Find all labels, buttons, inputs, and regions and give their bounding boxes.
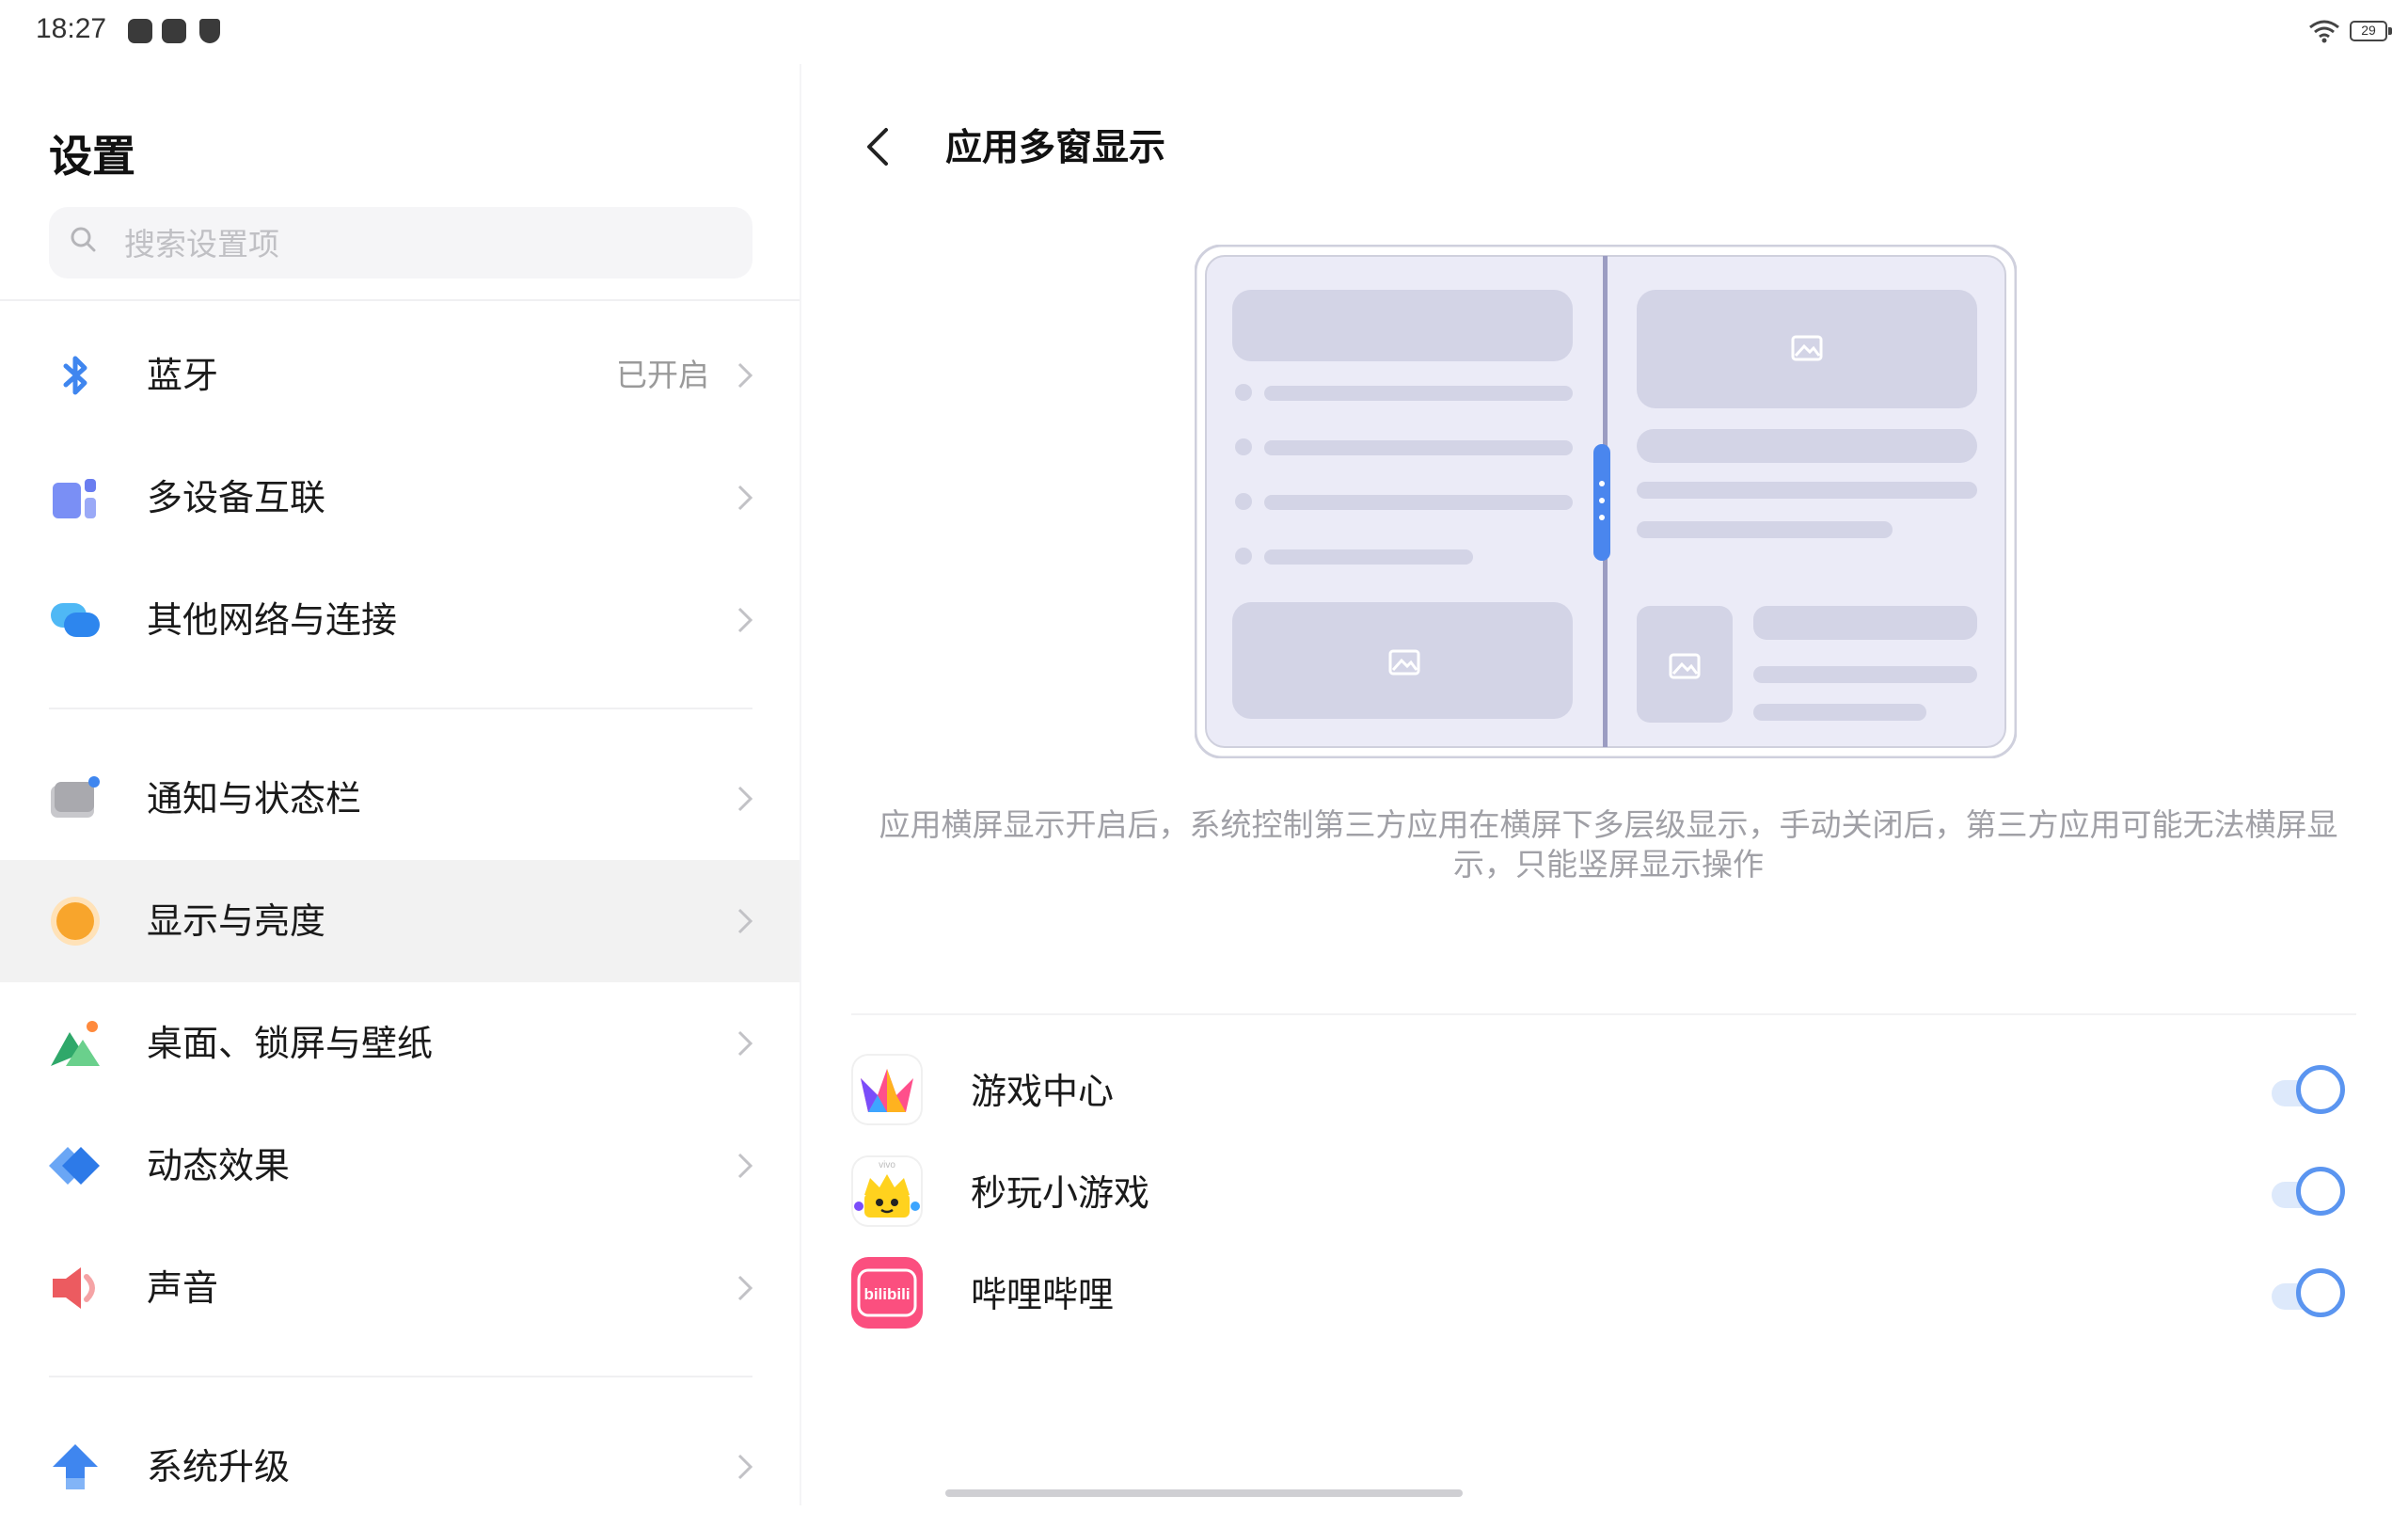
animation-icon <box>49 1147 100 1185</box>
chevron-right-icon <box>737 607 753 633</box>
toggle-knob <box>2296 1065 2345 1114</box>
wallpaper-icon <box>51 1021 100 1066</box>
sidebar-item-sound[interactable]: 声音 <box>0 1227 800 1349</box>
pane-divider <box>800 64 801 1505</box>
sidebar-item-label: 显示与亮度 <box>147 900 326 942</box>
bluetooth-icon <box>63 356 87 395</box>
feature-description: 应用横屏显示开启后，系统控制第三方应用在横屏下多层级显示，手动关闭后，第三方应用… <box>879 806 2338 883</box>
sidebar-item-label: 系统升级 <box>147 1446 291 1488</box>
sidebar-item-multi-device[interactable]: 多设备互联 <box>0 437 800 559</box>
search-icon <box>71 227 96 252</box>
sidebar-item-label: 动态效果 <box>147 1145 291 1186</box>
app-row-mini-games[interactable]: vivo 秒玩小游戏 <box>851 1144 2356 1246</box>
toggle-knob <box>2296 1167 2345 1216</box>
sidebar-item-label: 多设备互联 <box>147 477 326 518</box>
sidebar-item-notifications[interactable]: 通知与状态栏 <box>0 738 800 860</box>
settings-sidebar: 设置 蓝牙 已开启 多设备互联 其他网络与连接 <box>0 64 800 1505</box>
sidebar-item-display[interactable]: 显示与亮度 <box>0 860 800 982</box>
page-title: 设置 <box>49 131 135 182</box>
chevron-right-icon <box>737 1454 753 1480</box>
home-indicator[interactable] <box>945 1489 1463 1497</box>
app-row-bilibili[interactable]: bilibili 哔哩哔哩 <box>851 1246 2356 1347</box>
game-center-toggle[interactable] <box>2262 1063 2356 1120</box>
notification-icon <box>51 776 100 818</box>
multi-device-icon <box>53 479 96 518</box>
app-name: 游戏中心 <box>971 1071 1115 1112</box>
sidebar-item-label: 蓝牙 <box>147 355 219 396</box>
battery-indicator: 29 <box>2350 21 2392 41</box>
sidebar-item-system-update[interactable]: 系统升级 <box>0 1406 800 1528</box>
search-box[interactable] <box>49 207 752 280</box>
chevron-right-icon <box>737 786 753 812</box>
sidebar-item-bluetooth[interactable]: 蓝牙 已开启 <box>0 314 800 437</box>
network-icon <box>51 603 100 637</box>
sidebar-item-label: 桌面、锁屏与壁纸 <box>147 1023 434 1064</box>
chevron-right-icon <box>737 1030 753 1057</box>
bilibili-icon: bilibili <box>851 1257 923 1329</box>
mini-games-icon-text: vivo <box>879 1160 895 1170</box>
app-name: 秒玩小游戏 <box>971 1172 1150 1214</box>
message-icon <box>128 19 152 43</box>
multi-window-illustration <box>1195 245 2017 758</box>
chevron-right-icon <box>737 485 753 511</box>
sidebar-item-animation[interactable]: 动态效果 <box>0 1105 800 1227</box>
search-input[interactable] <box>122 207 728 280</box>
bilibili-icon-text: bilibili <box>863 1285 910 1303</box>
sidebar-item-label: 通知与状态栏 <box>147 778 362 820</box>
sidebar-item-label: 声音 <box>147 1267 219 1309</box>
sidebar-item-network[interactable]: 其他网络与连接 <box>0 559 800 681</box>
system-update-icon <box>53 1444 98 1489</box>
app-name: 哔哩哔哩 <box>971 1274 1115 1315</box>
shield-icon <box>199 19 220 43</box>
display-icon <box>51 897 100 946</box>
chevron-right-icon <box>737 1153 753 1179</box>
bluetooth-status: 已开启 <box>616 357 709 393</box>
mini-games-icon: vivo <box>851 1155 923 1227</box>
dolby-icon <box>162 19 186 43</box>
chevron-right-icon <box>737 908 753 934</box>
toggle-knob <box>2296 1268 2345 1317</box>
chevron-right-icon <box>737 1275 753 1301</box>
status-bar: 18:27 29 <box>0 0 2408 64</box>
sidebar-item-label: 其他网络与连接 <box>147 599 398 641</box>
back-arrow-icon[interactable] <box>862 124 894 169</box>
status-time: 18:27 <box>36 13 107 44</box>
mini-games-toggle[interactable] <box>2262 1165 2356 1221</box>
sound-icon <box>53 1267 95 1309</box>
sidebar-item-wallpaper[interactable]: 桌面、锁屏与壁纸 <box>0 982 800 1105</box>
divider <box>851 1013 2356 1015</box>
game-center-icon <box>851 1054 923 1125</box>
chevron-right-icon <box>737 362 753 389</box>
divider <box>0 299 800 301</box>
bilibili-toggle[interactable] <box>2262 1266 2356 1323</box>
divider <box>49 708 752 709</box>
detail-title: 应用多窗显示 <box>945 127 1166 169</box>
divider <box>49 1376 752 1377</box>
app-row-game-center[interactable]: 游戏中心 <box>851 1043 2356 1144</box>
wifi-icon <box>2309 20 2339 43</box>
